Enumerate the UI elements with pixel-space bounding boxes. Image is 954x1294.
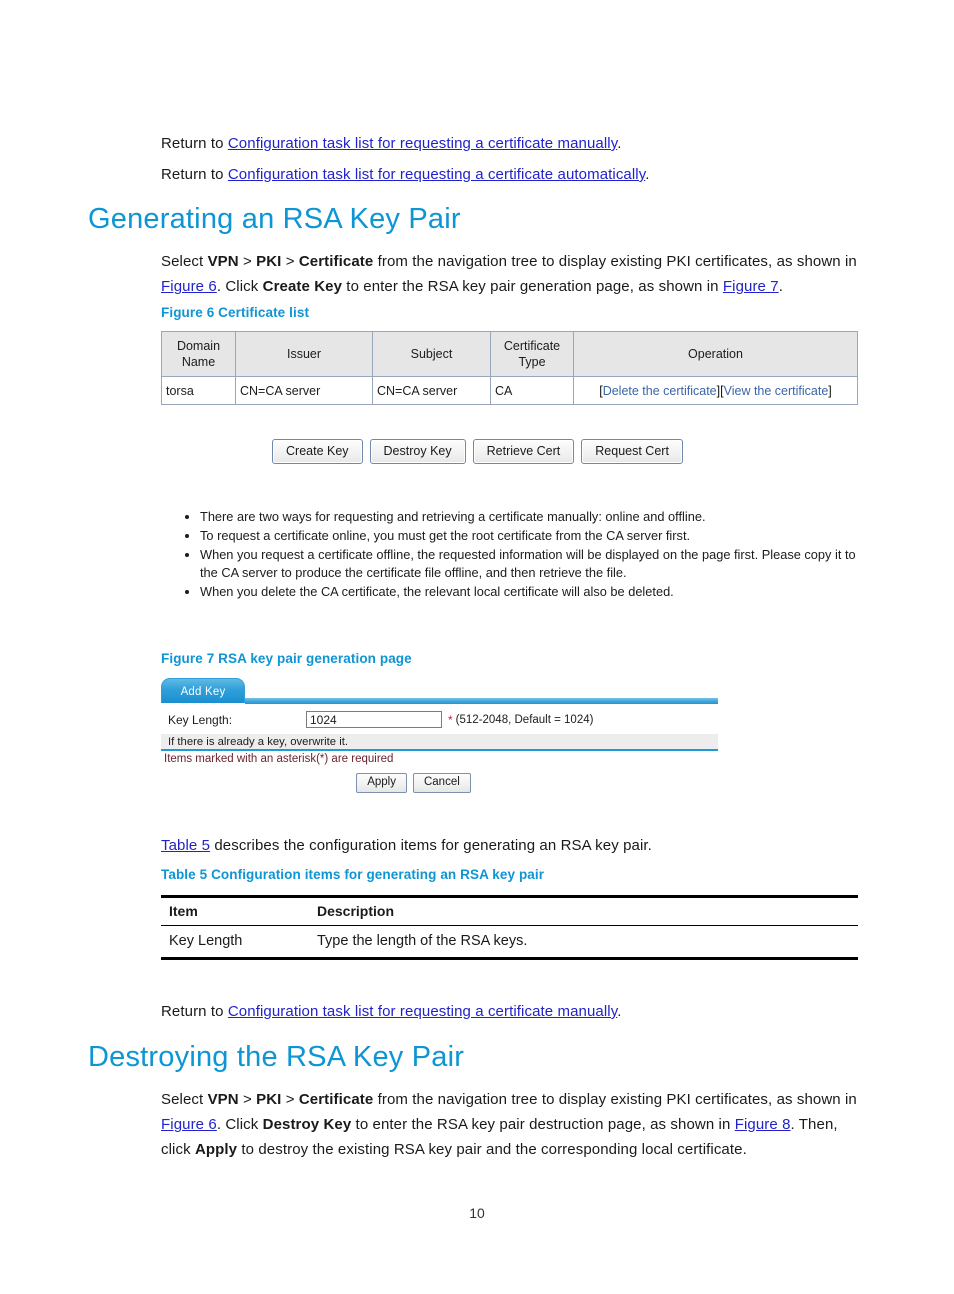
caption-table-5: Table 5 Configuration items for generati… (161, 867, 545, 882)
nav-sep-3: > (238, 1091, 257, 1108)
column-header-description: Description (309, 895, 858, 926)
text-select-2: Select (161, 1091, 208, 1108)
document-page: Return to Configuration task list for re… (0, 0, 954, 1294)
paragraph-table5-intro: Table 5 describes the configuration item… (161, 833, 861, 858)
xref-figure-6[interactable]: Figure 6 (161, 278, 217, 295)
doc-table-header-row: Item Description (161, 895, 858, 926)
xref-figure-8[interactable]: Figure 8 (735, 1116, 791, 1133)
return-prefix-3: Return to (161, 1003, 228, 1020)
text-enter-page: to enter the RSA key pair generation pag… (342, 278, 723, 295)
certificate-table-header-row: Domain Name Issuer Subject Certificate T… (161, 331, 858, 377)
nav-pki: PKI (256, 253, 282, 270)
cell-issuer: CN=CA server (235, 376, 373, 405)
heading-destroying-rsa-key-pair: Destroying the RSA Key Pair (88, 1041, 465, 1073)
overwrite-note-row: If there is already a key, overwrite it. (161, 734, 718, 751)
cancel-button[interactable]: Cancel (412, 773, 471, 793)
certificate-action-button-row: Create Key Destroy Key Retrieve Cert Req… (272, 439, 683, 464)
return-suffix-1: . (617, 135, 622, 152)
tab-underline (245, 698, 718, 704)
nav-pki-2: PKI (256, 1091, 282, 1108)
caption-figure-7: Figure 7 RSA key pair generation page (161, 651, 412, 666)
column-header-subject: Subject (372, 331, 491, 377)
destroy-key-button[interactable]: Destroy Key (369, 439, 466, 464)
list-item: To request a certificate online, you mus… (183, 527, 858, 545)
return-paragraph-automatic: Return to Configuration task list for re… (161, 162, 861, 187)
key-length-row: Key Length: * (512-2048, Default = 1024) (161, 705, 718, 734)
create-key-button[interactable]: Create Key (272, 439, 363, 464)
return-suffix-3: . (617, 1003, 622, 1020)
cell-item-key-length: Key Length (161, 925, 309, 960)
return-suffix-2: . (645, 166, 650, 183)
tab-add-key[interactable]: Add Key (161, 678, 245, 703)
table-row: Key Length Type the length of the RSA ke… (161, 925, 858, 960)
text-enter-destruction-page: to enter the RSA key pair destruction pa… (351, 1116, 735, 1133)
link-config-task-list-automatic[interactable]: Configuration task list for requesting a… (228, 166, 645, 183)
paragraph-generating-instructions: Select VPN > PKI > Certificate from the … (161, 249, 866, 299)
text-select: Select (161, 253, 208, 270)
apply-button[interactable]: Apply (356, 773, 407, 793)
text-click-2: . Click (216, 1116, 263, 1133)
link-view-the-certificate[interactable]: View the certificate (724, 384, 829, 398)
return-paragraph-manual-2: Return to Configuration task list for re… (161, 999, 861, 1024)
xref-figure-7[interactable]: Figure 7 (723, 278, 779, 295)
action-apply: Apply (194, 1141, 238, 1158)
cell-description-key-length: Type the length of the RSA keys. (309, 925, 858, 960)
text-period-1: . (778, 278, 783, 295)
table-row: torsa CN=CA server CN=CA server CA [Dele… (161, 376, 858, 405)
request-cert-button[interactable]: Request Cert (581, 439, 683, 464)
column-header-item: Item (161, 895, 309, 926)
return-prefix-2: Return to (161, 166, 228, 183)
key-length-hint: (512-2048, Default = 1024) (455, 713, 594, 726)
cell-domain-name: torsa (161, 376, 236, 405)
page-number: 10 (469, 1205, 485, 1221)
required-asterisk-icon: * (448, 712, 453, 727)
xref-table-5[interactable]: Table 5 (161, 837, 210, 854)
text-destroy-keypair: to destroy the existing RSA key pair and… (237, 1141, 747, 1158)
add-key-form-panel: Add Key Key Length: * (512-2048, Default… (161, 678, 718, 793)
text-navigation-tree: from the navigation tree to display exis… (373, 253, 857, 270)
link-config-task-list-manual[interactable]: Configuration task list for requesting a… (228, 135, 617, 152)
cell-certificate-type: CA (490, 376, 574, 405)
nav-sep-1: > (238, 253, 257, 270)
bracket-close-2: ] (828, 383, 832, 398)
cell-operation: [Delete the certificate][View the certif… (573, 376, 858, 405)
list-item: When you request a certificate offline, … (183, 546, 858, 582)
key-length-label: Key Length: (168, 712, 233, 727)
nav-vpn-2: VPN (207, 1091, 239, 1108)
caption-figure-6: Figure 6 Certificate list (161, 305, 310, 320)
key-length-input[interactable] (306, 711, 442, 728)
list-item: There are two ways for requesting and re… (183, 508, 858, 526)
column-header-domain-name: Domain Name (161, 331, 236, 377)
action-create-key: Create Key (262, 278, 343, 295)
return-paragraph-manual: Return to Configuration task list for re… (161, 131, 861, 156)
text-navigation-tree-2: from the navigation tree to display exis… (373, 1091, 857, 1108)
return-prefix-1: Return to (161, 135, 228, 152)
form-button-row: Apply Cancel (161, 765, 718, 793)
nav-vpn: VPN (207, 253, 239, 270)
asterisk-required-note: Items marked with an asterisk(*) are req… (164, 753, 394, 765)
form-tab-strip: Add Key (161, 678, 718, 705)
nav-certificate-2: Certificate (298, 1091, 374, 1108)
paragraph-destroying-instructions: Select VPN > PKI > Certificate from the … (161, 1087, 866, 1162)
action-destroy-key: Destroy Key (262, 1116, 352, 1133)
text-table5-description: describes the configuration items for ge… (210, 837, 652, 854)
nav-sep-2: > (281, 253, 299, 270)
nav-sep-4: > (281, 1091, 299, 1108)
cell-subject: CN=CA server (372, 376, 491, 405)
xref-figure-6-2[interactable]: Figure 6 (161, 1116, 217, 1133)
certificate-notes-list: There are two ways for requesting and re… (183, 508, 858, 602)
heading-generating-rsa-key-pair: Generating an RSA Key Pair (88, 203, 461, 235)
link-delete-the-certificate[interactable]: Delete the certificate (603, 384, 717, 398)
configuration-items-table: Item Description Key Length Type the len… (161, 895, 858, 960)
certificate-list-table: Domain Name Issuer Subject Certificate T… (161, 331, 858, 405)
link-config-task-list-manual-2[interactable]: Configuration task list for requesting a… (228, 1003, 617, 1020)
column-header-issuer: Issuer (235, 331, 373, 377)
text-click: . Click (216, 278, 263, 295)
retrieve-cert-button[interactable]: Retrieve Cert (472, 439, 575, 464)
column-header-certificate-type: Certificate Type (490, 331, 574, 377)
column-header-operation: Operation (573, 331, 858, 377)
list-item: When you delete the CA certificate, the … (183, 583, 858, 601)
nav-certificate: Certificate (298, 253, 374, 270)
